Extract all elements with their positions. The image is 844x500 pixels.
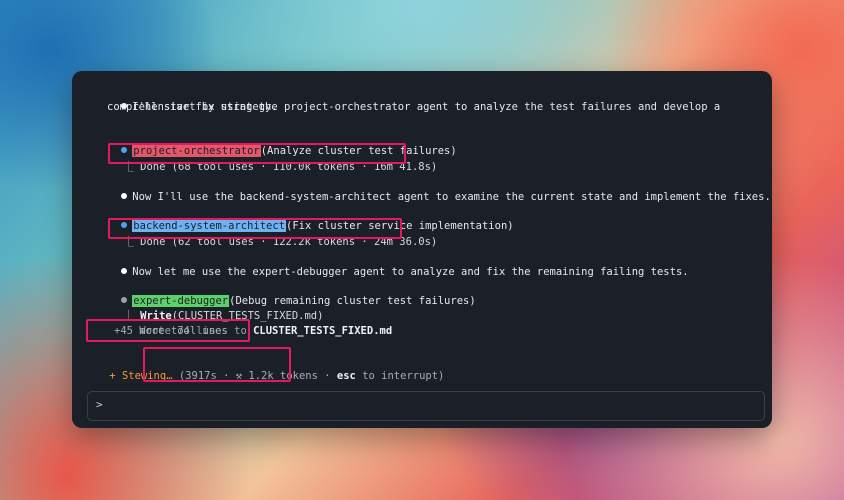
status-spinner-icon: + [109,370,116,382]
step2-text: Now I'll use the backend-system-architec… [132,191,771,203]
step3-text: Now let me use the expert-debugger agent… [132,266,689,278]
highlight-box-status [143,347,291,382]
highlight-box-agent3 [86,319,250,342]
prompt-symbol: > [96,398,103,411]
esc-hint: to interrupt) [355,370,445,382]
terminal-window: I'll start by using the project-orchestr… [72,71,772,428]
highlight-box-agent1 [108,143,406,164]
highlight-box-agent2 [108,218,402,239]
esc-key: esc [336,370,356,382]
bullet-icon [121,268,128,274]
intro-line-2: comprehensive fix strategy. [107,101,278,113]
agent3-wrote-file: CLUSTER_TESTS_FIXED.md [253,325,393,337]
prompt-input[interactable]: > [87,391,765,421]
bullet-icon [121,193,128,199]
